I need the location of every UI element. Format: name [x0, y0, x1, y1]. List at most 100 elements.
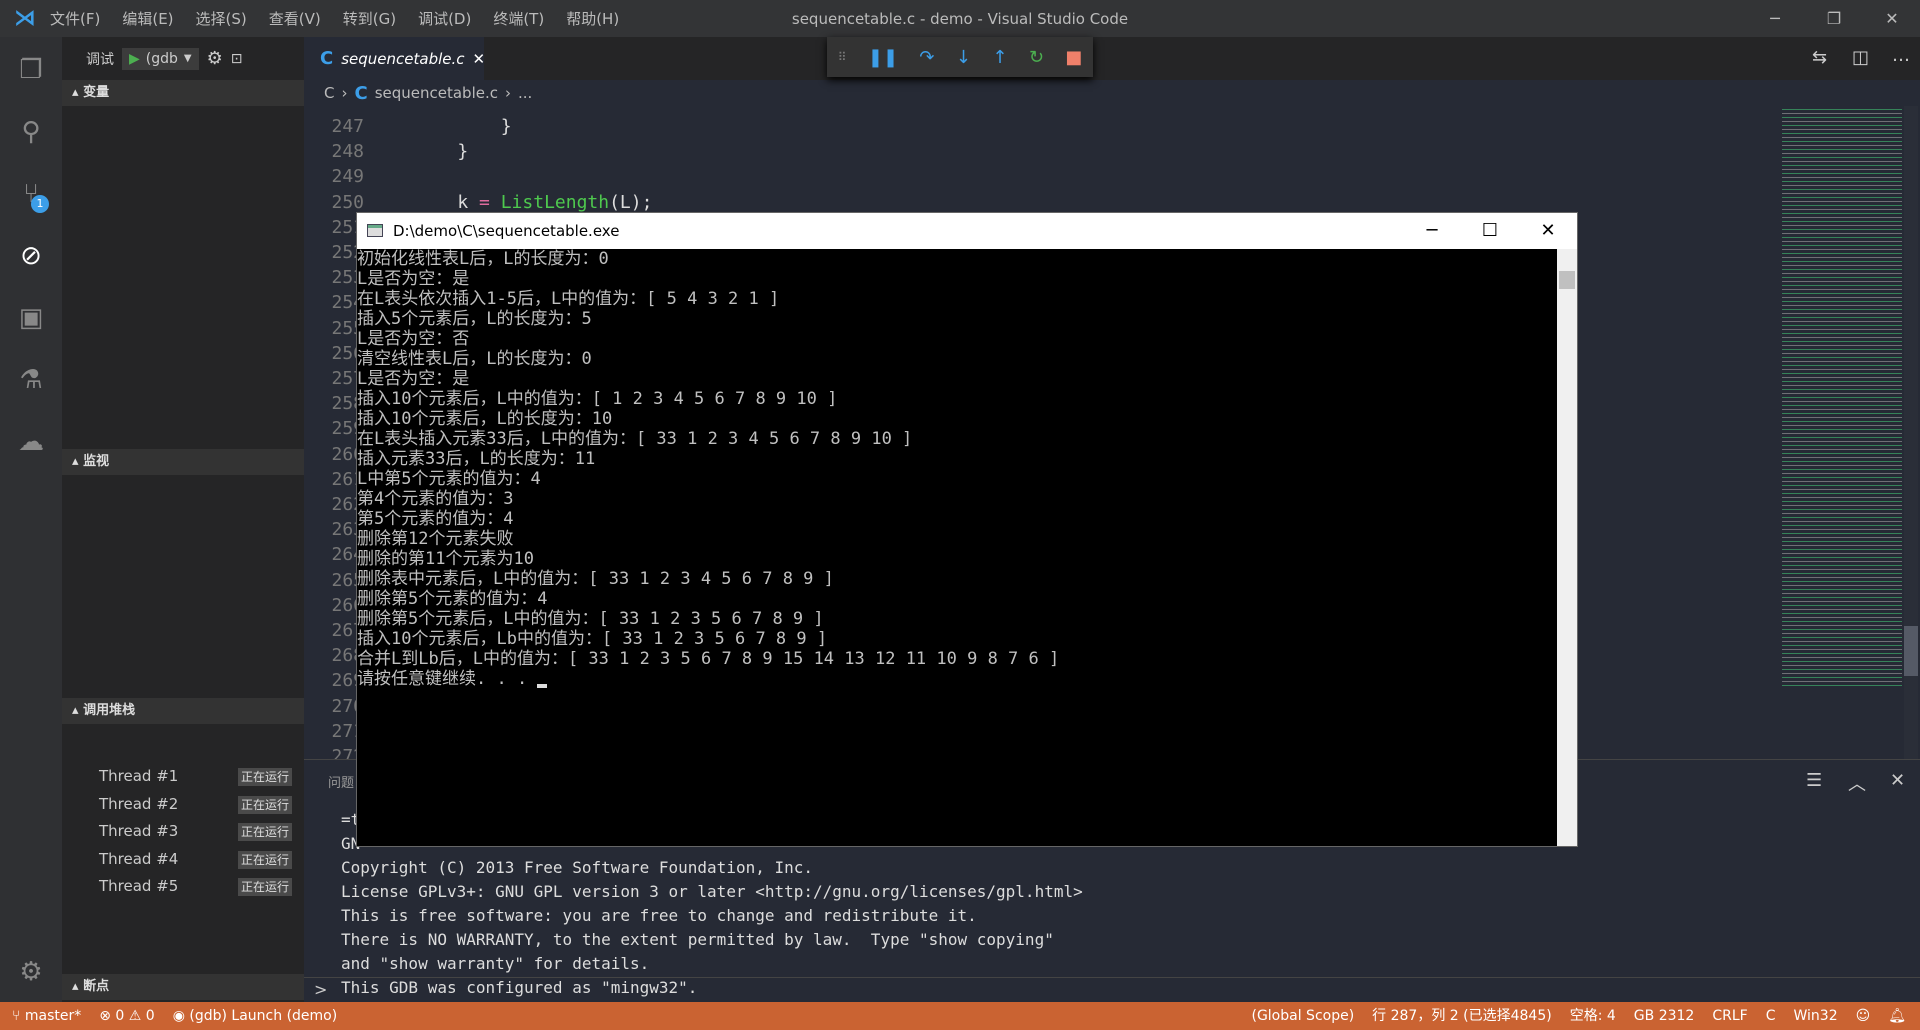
step-into-icon[interactable]: ↓: [956, 47, 971, 68]
line-number: 270: [331, 695, 364, 717]
branch-item[interactable]: ⑂ master*: [12, 1002, 81, 1030]
step-out-icon[interactable]: ↑: [992, 47, 1007, 68]
menu-item[interactable]: 转到(G): [343, 10, 396, 28]
more-icon[interactable]: …: [1892, 45, 1910, 66]
indentation[interactable]: 空格: 4: [1570, 1002, 1616, 1030]
console-line: 合并L到Lb后，L中的值为：[ 33 1 2 3 5 6 7 8 9 15 14…: [357, 649, 1060, 669]
debug-icon[interactable]: ⊘: [0, 231, 62, 281]
notifications-bell-icon[interactable]: 🔔︎: [1888, 1002, 1906, 1030]
stop-icon[interactable]: ■: [1065, 47, 1082, 68]
console-line: 插入5个元素后，L的长度为：5: [357, 309, 592, 329]
step-over-icon[interactable]: ↷: [919, 47, 934, 68]
close-button[interactable]: ✕: [1864, 0, 1920, 37]
settings-gear-icon[interactable]: ⚙: [0, 947, 62, 997]
console-minimize-button[interactable]: ─: [1403, 213, 1461, 249]
clear-console-icon[interactable]: ☰: [1806, 770, 1822, 791]
console-maximize-button[interactable]: ☐: [1461, 213, 1519, 249]
line-number: 267: [331, 620, 364, 641]
callstack-thread[interactable]: Thread #4 正在运行: [62, 846, 304, 873]
menu-item[interactable]: 文件(F): [50, 10, 100, 28]
platform[interactable]: Win32: [1793, 1002, 1837, 1030]
console-line: 删除表中元素后，L中的值为：[ 33 1 2 3 4 5 6 7 8 9 ]: [357, 569, 834, 589]
feedback-smiley-icon[interactable]: ☺: [1856, 1002, 1871, 1030]
menu-item[interactable]: 终端(T): [493, 10, 544, 28]
search-icon[interactable]: ⚲: [0, 107, 62, 157]
extensions-icon[interactable]: ▣: [0, 293, 62, 343]
compare-icon[interactable]: ⇆: [1812, 47, 1827, 68]
start-debug-icon[interactable]: ▶: [129, 51, 140, 67]
breadcrumb-file[interactable]: sequencetable.c: [375, 84, 498, 102]
launch-name: (gdb) Launch (demo): [189, 1008, 338, 1024]
line-number: 266: [331, 594, 364, 616]
watch-label: 监视: [83, 454, 110, 469]
console-scrollbar[interactable]: [1557, 249, 1577, 846]
config-name: (gdb: [145, 50, 178, 67]
gear-icon[interactable]: ⚙: [207, 48, 223, 69]
code-line: k = ListLength(L);: [414, 191, 653, 213]
callstack-section-header[interactable]: ▴ 调用堆栈: [62, 698, 304, 724]
console-output-line: There is NO WARRANTY, to the extent perm…: [341, 930, 1054, 949]
menu-item[interactable]: 选择(S): [196, 10, 247, 28]
console-close-button[interactable]: ✕: [1519, 213, 1577, 249]
cursor-position[interactable]: 行 287，列 2 (已选择4845): [1372, 1002, 1552, 1030]
test-flask-icon[interactable]: ⚗: [0, 355, 62, 405]
c-file-icon: C: [354, 82, 368, 104]
line-number: 252: [331, 242, 364, 263]
breadcrumb-folder[interactable]: C: [324, 84, 334, 102]
source-control-icon[interactable]: ⑂ 1: [0, 169, 62, 219]
menu-item[interactable]: 调试(D): [418, 10, 471, 28]
breakpoints-section-header[interactable]: ▴ 断点: [62, 974, 304, 1000]
console-title: D:\demo\C\sequencetable.exe: [393, 222, 620, 240]
docker-icon[interactable]: ☁: [0, 417, 62, 467]
debug-sidebar: ▴ 变量 ▴ 监视 ▴ 调用堆栈 Thread #1 正在运行 Thread #2 正…: [62, 37, 304, 1002]
console-output-line: This is free software: you are free to c…: [341, 906, 977, 925]
debug-console-input[interactable]: >: [304, 977, 1920, 1003]
maximize-button[interactable]: ❐: [1806, 0, 1862, 37]
console-line: L是否为空：是: [357, 269, 470, 289]
tab-sequencetable[interactable]: Csequencetable.c ✕: [304, 37, 486, 80]
split-editor-icon[interactable]: ◫: [1852, 47, 1869, 68]
variables-section-header[interactable]: ▴ 变量: [62, 80, 304, 106]
line-number: 253: [331, 267, 364, 289]
restart-icon[interactable]: ↻: [1029, 47, 1044, 68]
debug-console-icon[interactable]: ⊡: [231, 51, 243, 67]
panel-tab-problems[interactable]: 问题: [328, 772, 354, 791]
error-count: 0: [115, 1008, 125, 1024]
minimap[interactable]: [1782, 106, 1902, 686]
callstack-thread[interactable]: Thread #3 正在运行: [62, 818, 304, 845]
menu-item[interactable]: 帮助(H): [566, 10, 619, 28]
console-line: 删除第5个元素的值为：4: [357, 589, 548, 609]
close-panel-icon[interactable]: ✕: [1890, 770, 1905, 791]
watch-section-header[interactable]: ▴ 监视: [62, 449, 304, 475]
launch-item[interactable]: ◉ (gdb) Launch (demo): [173, 1002, 337, 1030]
close-tab-icon[interactable]: ✕: [473, 50, 486, 68]
menu-item[interactable]: 查看(V): [269, 10, 321, 28]
line-number: 254: [331, 292, 364, 314]
thread-name: Thread #5: [99, 877, 179, 895]
launch-config-select[interactable]: ▶ (gdb ▼: [122, 47, 199, 70]
callstack-thread[interactable]: Thread #5 正在运行: [62, 873, 304, 900]
minimize-button[interactable]: ─: [1747, 0, 1803, 37]
pause-icon[interactable]: ❚❚: [868, 47, 898, 68]
language-mode[interactable]: C: [1766, 1002, 1776, 1030]
console-line: L是否为空：否: [357, 329, 470, 349]
callstack-thread[interactable]: Thread #1 正在运行: [62, 763, 304, 790]
explorer-icon[interactable]: ❐: [0, 45, 62, 95]
title-bar: ⋊ 文件(F) 编辑(E) 选择(S) 查看(V) 转到(G) 调试(D) 终端(T) 帮助(…: [0, 0, 1920, 37]
scope-item[interactable]: (Global Scope): [1251, 1002, 1354, 1030]
line-number: 265: [331, 569, 364, 591]
thread-status-badge: 正在运行: [237, 795, 292, 814]
encoding[interactable]: GB 2312: [1634, 1002, 1695, 1030]
console-line: 删除第12个元素失败: [357, 529, 514, 549]
line-number: 272: [331, 746, 364, 759]
callstack-thread[interactable]: Thread #2 正在运行: [62, 791, 304, 818]
breadcrumb-symbol[interactable]: ...: [518, 84, 532, 102]
drag-handle-icon[interactable]: ⠿: [838, 50, 847, 64]
console-title-bar[interactable]: D:\demo\C\sequencetable.exe ─ ☐ ✕: [357, 213, 1577, 249]
problems-item[interactable]: ⊗ 0 ⚠ 0: [99, 1002, 154, 1030]
editor-scrollbar[interactable]: [1904, 106, 1918, 759]
line-ending[interactable]: CRLF: [1712, 1002, 1747, 1030]
maximize-panel-icon[interactable]: ︿: [1848, 770, 1866, 796]
console-window[interactable]: D:\demo\C\sequencetable.exe ─ ☐ ✕ 初始化线性表…: [356, 212, 1578, 847]
menu-item[interactable]: 编辑(E): [122, 10, 173, 28]
